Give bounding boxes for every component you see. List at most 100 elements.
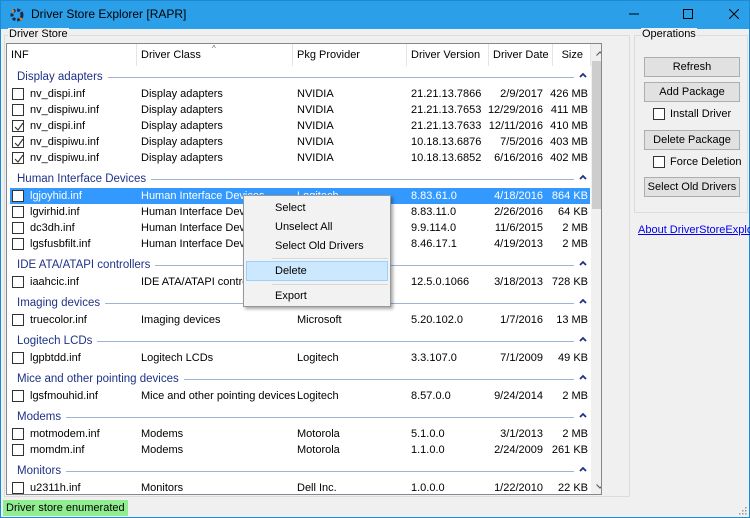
- row-checkbox[interactable]: [12, 238, 24, 250]
- minimize-button[interactable]: [611, 1, 657, 29]
- collapse-group-icon[interactable]: [578, 464, 588, 474]
- group-header[interactable]: Mice and other pointing devices: [7, 371, 591, 387]
- cell-inf: dc3dh.inf: [30, 222, 75, 234]
- driver-row[interactable]: nv_dispi.inf Display adapters NVIDIA 21.21.…: [10, 86, 590, 102]
- row-checkbox[interactable]: [12, 314, 24, 326]
- cell-provider: NVIDIA: [297, 152, 334, 164]
- close-button[interactable]: [711, 1, 750, 29]
- row-checkbox[interactable]: [12, 120, 24, 132]
- cell-inf: lgpbtdd.inf: [30, 352, 81, 364]
- menu-separator: [272, 258, 388, 259]
- cell-version: 1.0.0.0: [411, 482, 445, 494]
- column-header-driver-version[interactable]: Driver Version: [407, 44, 489, 66]
- add-package-button[interactable]: Add Package: [644, 82, 740, 102]
- row-checkbox[interactable]: [12, 276, 24, 288]
- cell-date: 2/9/2017: [500, 88, 543, 100]
- driver-row[interactable]: nv_dispiwu.inf Display adapters NVIDIA 21.2…: [10, 102, 590, 118]
- menu-item-select-old-drivers[interactable]: Select Old Drivers: [246, 236, 388, 256]
- cell-version: 8.83.11.0: [411, 206, 457, 218]
- scroll-up-button[interactable]: [591, 44, 601, 61]
- driver-row[interactable]: nv_dispi.inf Display adapters NVIDIA 21.21.…: [10, 118, 590, 134]
- about-link[interactable]: About DriverStoreExplorer: [638, 224, 750, 236]
- cell-date: 4/19/2013: [494, 238, 543, 250]
- install-driver-checkbox[interactable]: [653, 108, 665, 120]
- cell-date: 1/7/2016: [500, 314, 543, 326]
- driver-row[interactable]: nv_dispiwu.inf Display adapters NVIDIA 10.1…: [10, 150, 590, 166]
- scrollbar-thumb[interactable]: [592, 61, 601, 209]
- group-header[interactable]: Modems: [7, 409, 591, 425]
- driver-row[interactable]: momdm.inf Modems Motorola 1.1.0.0 2/24/2009 2…: [10, 442, 590, 458]
- cell-size: 403 MB: [550, 136, 588, 148]
- force-deletion-checkbox[interactable]: [653, 156, 665, 168]
- menu-item-unselect-all[interactable]: Unselect All: [246, 217, 388, 237]
- menu-item-export[interactable]: Export: [246, 286, 388, 306]
- column-header-inf[interactable]: INF: [7, 44, 137, 66]
- row-checkbox[interactable]: [12, 190, 24, 202]
- column-header-size[interactable]: Size: [553, 44, 591, 66]
- driver-row[interactable]: lgsfmouhid.inf Mice and other pointing de…: [10, 388, 590, 404]
- cell-provider: NVIDIA: [297, 88, 334, 100]
- vertical-scrollbar[interactable]: [591, 44, 601, 494]
- resize-grip-icon[interactable]: [737, 505, 747, 515]
- group-title: IDE ATA/ATAPI controllers: [17, 257, 156, 273]
- column-header-pkg-provider[interactable]: Pkg Provider: [293, 44, 407, 66]
- scroll-down-button[interactable]: [591, 477, 601, 494]
- cell-size: 426 MB: [550, 88, 588, 100]
- maximize-button[interactable]: [665, 1, 711, 29]
- cell-class: Modems: [141, 428, 184, 440]
- driver-row[interactable]: truecolor.inf Imaging devices Microsoft 5.2…: [10, 312, 590, 328]
- cell-inf: nv_dispiwu.inf: [30, 104, 100, 116]
- group-header[interactable]: Human Interface Devices: [7, 171, 591, 187]
- cell-inf: motmodem.inf: [30, 428, 100, 440]
- driver-row[interactable]: nv_dispiwu.inf Display adapters NVIDIA 10.1…: [10, 134, 590, 150]
- cell-version: 5.1.0.0: [411, 428, 445, 440]
- row-checkbox[interactable]: [12, 482, 24, 494]
- menu-item-delete[interactable]: Delete: [246, 261, 388, 281]
- collapse-group-icon[interactable]: [578, 410, 588, 420]
- row-checkbox[interactable]: [12, 390, 24, 402]
- collapse-group-icon[interactable]: [578, 258, 588, 268]
- collapse-group-icon[interactable]: [578, 334, 588, 344]
- row-checkbox[interactable]: [12, 136, 24, 148]
- row-checkbox[interactable]: [12, 206, 24, 218]
- column-header-driver-date[interactable]: Driver Date: [489, 44, 553, 66]
- cell-class: Logitech LCDs: [141, 352, 214, 364]
- group-divider: [17, 471, 574, 472]
- group-header[interactable]: Monitors: [7, 463, 591, 479]
- group-header[interactable]: Display adapters: [7, 69, 591, 85]
- group-title: Human Interface Devices: [17, 171, 152, 187]
- cell-class: Display adapters: [141, 88, 223, 100]
- collapse-group-icon[interactable]: [578, 172, 588, 182]
- row-checkbox[interactable]: [12, 428, 24, 440]
- title-bar[interactable]: Driver Store Explorer [RAPR]: [1, 1, 749, 29]
- cell-class: Mice and other pointing devices: [141, 390, 295, 402]
- row-checkbox[interactable]: [12, 222, 24, 234]
- group-header[interactable]: Logitech LCDs: [7, 333, 591, 349]
- cell-provider: NVIDIA: [297, 136, 334, 148]
- row-checkbox[interactable]: [12, 352, 24, 364]
- select-old-drivers-button[interactable]: Select Old Drivers: [644, 177, 740, 197]
- driver-row[interactable]: motmodem.inf Modems Motorola 5.1.0.0 3/1/201…: [10, 426, 590, 442]
- cell-size: 2 MB: [562, 238, 588, 250]
- collapse-group-icon[interactable]: [578, 70, 588, 80]
- cell-version: 1.1.0.0: [411, 444, 445, 456]
- cell-provider: Dell Inc.: [297, 482, 337, 494]
- row-checkbox[interactable]: [12, 444, 24, 456]
- driver-row[interactable]: lgpbtdd.inf Logitech LCDs Logitech 3.3.107.…: [10, 350, 590, 366]
- cell-date: 3/18/2013: [494, 276, 543, 288]
- cell-size: 64 KB: [558, 206, 588, 218]
- row-checkbox[interactable]: [12, 88, 24, 100]
- menu-item-select[interactable]: Select: [246, 198, 388, 218]
- refresh-button[interactable]: Refresh: [644, 57, 740, 77]
- cell-size: 2 MB: [562, 390, 588, 402]
- driver-row[interactable]: u2311h.inf Monitors Dell Inc. 1.0.0.0 1/22/2…: [10, 480, 590, 494]
- cell-size: 22 KB: [558, 482, 588, 494]
- install-driver-label: Install Driver: [670, 108, 732, 120]
- collapse-group-icon[interactable]: [578, 296, 588, 306]
- delete-package-button[interactable]: Delete Package: [644, 130, 740, 150]
- cell-size: 410 MB: [550, 120, 588, 132]
- collapse-group-icon[interactable]: [578, 372, 588, 382]
- row-checkbox[interactable]: [12, 104, 24, 116]
- close-icon: [728, 8, 740, 22]
- row-checkbox[interactable]: [12, 152, 24, 164]
